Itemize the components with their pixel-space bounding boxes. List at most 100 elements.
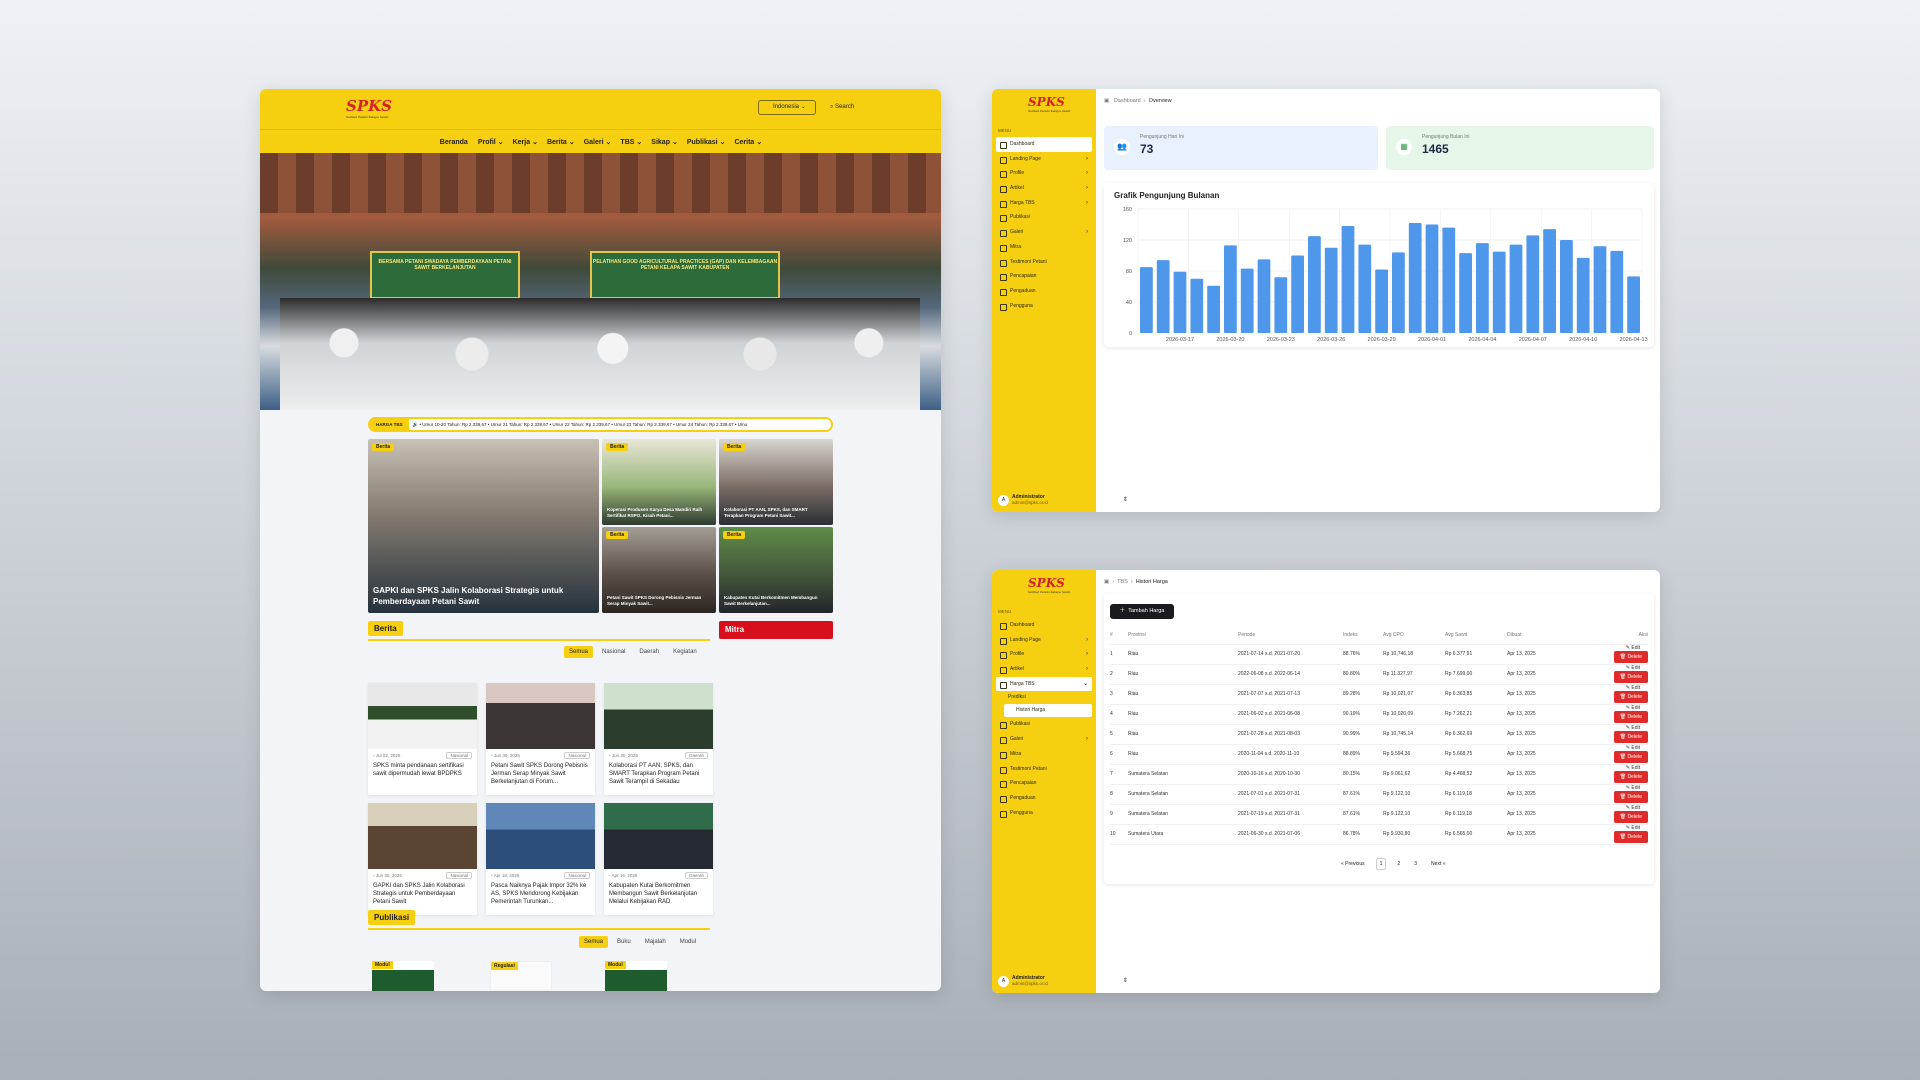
website-preview: SPKS Serikat Petani Kelapa Sawit Indonesi… (260, 89, 941, 991)
nav-item-beranda[interactable]: Beranda (440, 139, 468, 146)
filter-nasional[interactable]: Nasional (597, 646, 630, 658)
filter-kegiatan[interactable]: Kegiatan (668, 646, 702, 658)
pager-item[interactable]: 2 (1394, 859, 1403, 869)
hero-slider[interactable]: BERSAMA PETANI SWADAYA PEMBERDAYAAN PETA… (260, 153, 941, 410)
sidebar-item-pencapaian[interactable]: Pencapaian (996, 269, 1092, 284)
sidebar-item-pencapaian[interactable]: Pencapaian (996, 776, 1092, 791)
nav-item-galeri[interactable]: Galeri (584, 139, 604, 146)
filter-daerah[interactable]: Daerah (634, 646, 664, 658)
table-cell: 2021-07-01 s.d. 2021-07-31 (1238, 784, 1343, 805)
delete-button[interactable]: 🗑 Delete (1613, 671, 1648, 683)
filter-buku[interactable]: Buku (612, 936, 636, 948)
publikasi-item-1[interactable]: Modul (372, 961, 434, 991)
news-card-image (604, 803, 713, 869)
news-card[interactable]: ▫ Jun 30, 2025 Daerah Kolaborasi PT AAN, S… (604, 683, 713, 795)
language-select[interactable]: Indonesia ⌄ (758, 100, 816, 115)
delete-button[interactable]: 🗑 Delete (1613, 711, 1648, 723)
table-cell: Riau (1128, 644, 1238, 665)
delete-button[interactable]: 🗑 Delete (1613, 651, 1648, 663)
site-logo[interactable]: SPKS Serikat Petani Kelapa Sawit (346, 97, 392, 119)
news-card[interactable]: ▫ Jun 30, 2025 Nasional Petani Sawit SPKS … (486, 683, 595, 795)
filter-majalah[interactable]: Majalah (640, 936, 671, 948)
sidebar-item-dashboard[interactable]: Dashboard (996, 618, 1092, 633)
nav-item-berita[interactable]: Berita (547, 139, 567, 146)
delete-button[interactable]: 🗑 Delete (1613, 691, 1648, 703)
publikasi-item-2[interactable]: Regulasi (490, 961, 552, 991)
admin-user[interactable]: A Administrator admin@spks.or.id ⇕ (998, 494, 1128, 506)
sidebar-item-testimoni-petani[interactable]: Testimoni Petani (996, 762, 1092, 777)
add-price-button[interactable]: ＋ Tambah Harga (1110, 604, 1174, 619)
delete-button[interactable]: 🗑 Delete (1613, 811, 1648, 823)
featured-news-4[interactable]: Berita Petani Sawit SPKS Dorong Pebisnis … (602, 527, 716, 613)
sidebar-item-galeri[interactable]: Galeri › (996, 732, 1092, 747)
table-row: 10 Sumatera Utara 2021-06-30 s.d. 2021-07-… (1110, 824, 1648, 845)
sidebar-item-galeri[interactable]: Galeri › (996, 225, 1092, 240)
admin-logo[interactable]: SPKS Serikat Petani Kelapa Sawit (1028, 95, 1070, 113)
sidebar-item-profile[interactable]: Profile › (996, 166, 1092, 181)
news-card[interactable]: ▫ Jul 02, 2025 Nasional SPKS minta pendana… (368, 683, 477, 795)
sidebar-item-publikasi[interactable]: Publikasi (996, 210, 1092, 225)
news-card-category: Daerah (685, 872, 708, 879)
pager-item[interactable]: « Previous (1338, 859, 1368, 869)
sidebar-subitem-histori-harga[interactable]: Histori Harga (1004, 704, 1092, 718)
sidebar-item-artikel[interactable]: Artikel › (996, 662, 1092, 677)
sidebar-item-harga-tbs[interactable]: Harga TBS › (996, 196, 1092, 211)
y-tick-label: 0 (1129, 331, 1132, 337)
site-search-button[interactable]: ⌕ Search (830, 100, 854, 115)
sidebar-item-pengaduan[interactable]: Pengaduan (996, 791, 1092, 806)
pager-item[interactable]: Next » (1428, 859, 1448, 869)
sidebar-item-mitra[interactable]: Mitra (996, 240, 1092, 255)
sidebar-item-artikel[interactable]: Artikel › (996, 181, 1092, 196)
sidebar-item-harga-tbs[interactable]: Harga TBS ⌄ (996, 676, 1092, 692)
sidebar-subitem-prediksi[interactable]: Prediksi (996, 691, 1092, 704)
featured-news-3[interactable]: Berita Kolaborasi PT AAN, SPKS, dan SMART… (719, 439, 833, 525)
slider-dots[interactable] (587, 401, 613, 410)
delete-button[interactable]: 🗑 Delete (1613, 731, 1648, 743)
sidebar-toggle-icon[interactable]: ▣ (1104, 98, 1109, 104)
nav-item-sikap[interactable]: Sikap (651, 139, 670, 146)
news-card[interactable]: ▫ Apr 16, 2025 Daerah Kabupaten Kutai Berk… (604, 803, 713, 915)
delete-button[interactable]: 🗑 Delete (1613, 791, 1648, 803)
sidebar-item-testimoni-petani[interactable]: Testimoni Petani (996, 255, 1092, 270)
featured-news-main[interactable]: Berita GAPKI dan SPKS Jalin Kolaborasi St… (368, 439, 599, 613)
x-tick-label: 2026-03-20 (1216, 337, 1244, 343)
bar-2026-03-15 (1140, 267, 1153, 333)
nav-item-tbs[interactable]: TBS (620, 139, 634, 146)
nav-item-publikasi[interactable]: Publikasi (687, 139, 718, 146)
admin-logo[interactable]: SPKS Serikat Petani Kelapa Sawit (1028, 576, 1070, 594)
delete-label: Delete (1627, 654, 1642, 660)
sidebar-item-pengaduan[interactable]: Pengaduan (996, 284, 1092, 299)
table-cell: 88.76% (1343, 644, 1383, 665)
news-card-category: Daerah (685, 752, 708, 759)
nav-item-profil[interactable]: Profil (478, 139, 496, 146)
delete-button[interactable]: 🗑 Delete (1613, 831, 1648, 843)
sidebar-item-mitra[interactable]: Mitra (996, 747, 1092, 762)
admin-user[interactable]: A Administrator admin@spks.or.id ⇕ (998, 975, 1128, 987)
featured-news-5[interactable]: Berita Kabupaten Kutai Berkomitmen Memban… (719, 527, 833, 613)
news-card[interactable]: ▫ Jun 30, 2025 Nasional GAPKI dan SPKS Jal… (368, 803, 477, 915)
sidebar-item-landing-page[interactable]: Landing Page › (996, 152, 1092, 167)
sidebar-item-publikasi[interactable]: Publikasi (996, 717, 1092, 732)
sidebar-item-landing-page[interactable]: Landing Page › (996, 633, 1092, 648)
delete-button[interactable]: 🗑 Delete (1613, 771, 1648, 783)
publikasi-item-3[interactable]: Modul (605, 961, 667, 991)
sidebar-item-pengguna[interactable]: Pengguna (996, 806, 1092, 821)
nav-item-kerja[interactable]: Kerja (513, 139, 531, 146)
delete-button[interactable]: 🗑 Delete (1613, 751, 1648, 763)
featured-news-2[interactable]: Berita Koperasi Produsen Karya Desa Mandi… (602, 439, 716, 525)
news-card-category: Nasional (446, 872, 472, 879)
nav-item-cerita[interactable]: Cerita (734, 139, 754, 146)
pager-item[interactable]: 3 (1411, 859, 1420, 869)
filter-semua[interactable]: Semua (579, 936, 609, 948)
filter-modul[interactable]: Modul (675, 936, 701, 948)
sidebar-item-label: Landing Page (1010, 155, 1041, 162)
sidebar-toggle-icon[interactable]: ▣ (1104, 579, 1109, 585)
news-card[interactable]: ▫ Apr 18, 2025 Nasional Pasca Naiknya Paja… (486, 803, 595, 915)
pager-item[interactable]: 1 (1375, 858, 1387, 870)
sidebar-item-dashboard[interactable]: Dashboard (996, 137, 1092, 152)
filter-semua[interactable]: Semua (564, 646, 594, 658)
pagination: « Previous 1 2 3 Next » (1334, 858, 1452, 870)
sidebar-item-pengguna[interactable]: Pengguna (996, 299, 1092, 314)
sidebar-item-profile[interactable]: Profile › (996, 647, 1092, 662)
table-cell: 3 (1110, 684, 1128, 705)
